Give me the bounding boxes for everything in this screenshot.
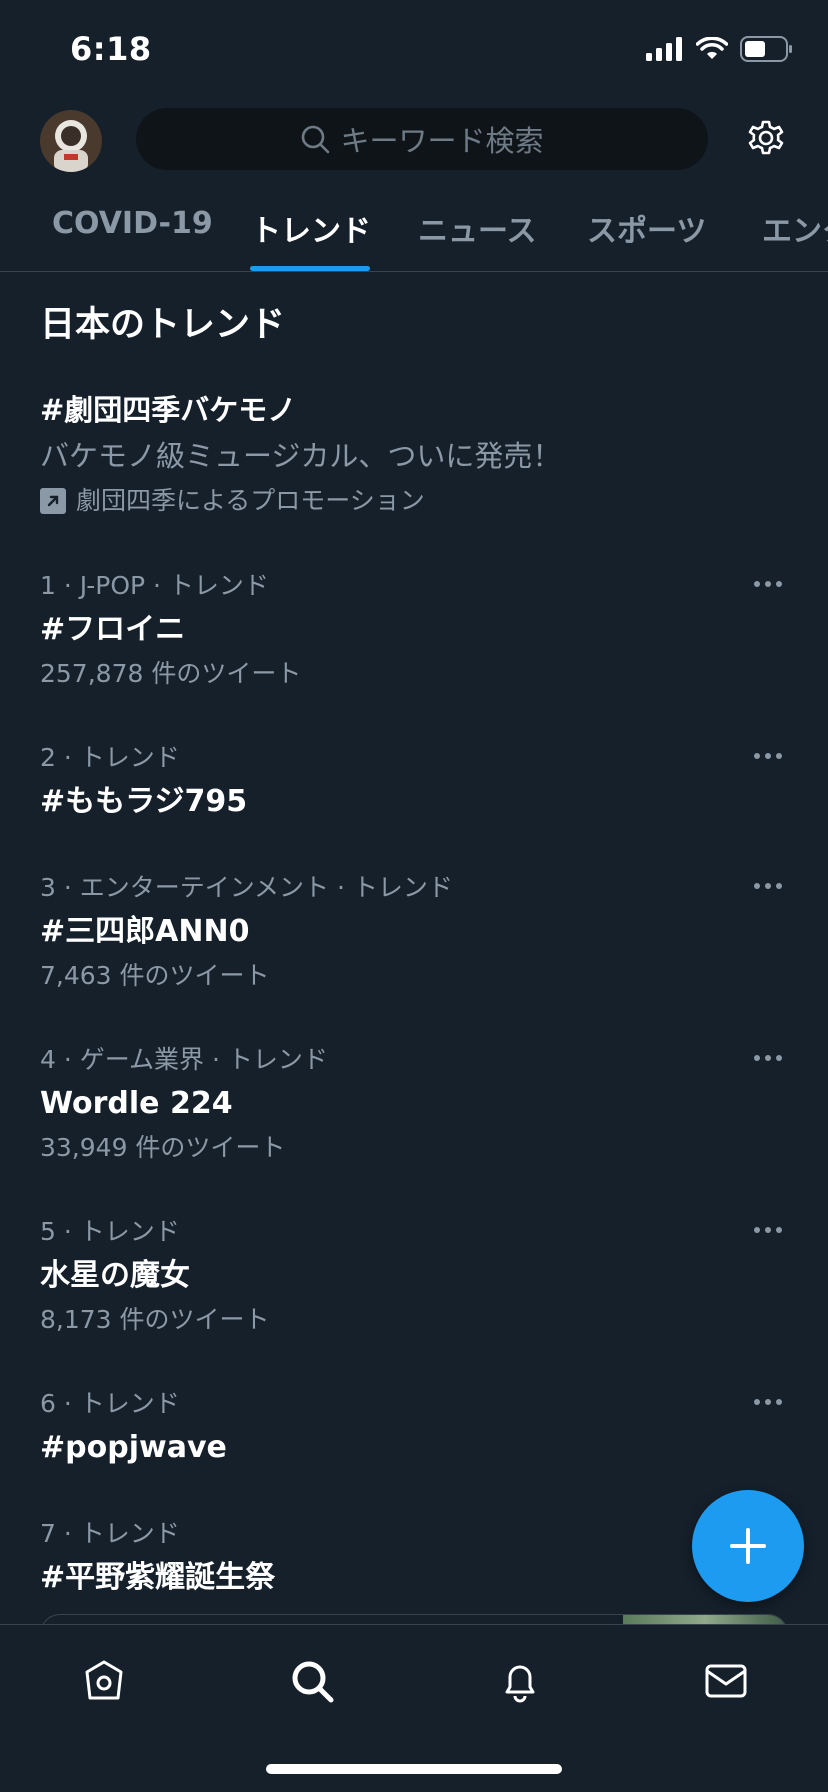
- tabbar-notifications[interactable]: [490, 1651, 550, 1711]
- search-placeholder: キーワード検索: [340, 124, 544, 158]
- search-icon: [302, 125, 330, 154]
- tab-sports[interactable]: スポーツ: [587, 206, 706, 268]
- trend-meta: 4 · ゲーム業界 · トレンド: [40, 1045, 328, 1074]
- trend-item[interactable]: 2 · トレンド #ももラジ795: [40, 742, 788, 822]
- trend-item[interactable]: 5 · トレンド 水星の魔女 8,173 件のツイート: [40, 1216, 788, 1336]
- bell-icon: [505, 1665, 535, 1703]
- tab-news[interactable]: ニュース: [418, 206, 537, 268]
- trend-meta: 2 · トレンド: [40, 743, 180, 772]
- tab-bar: COVID-19 トレンド ニュース スポーツ エンタ: [0, 196, 828, 272]
- trend-meta: 5 · トレンド: [40, 1217, 180, 1246]
- gear-icon[interactable]: [744, 116, 788, 160]
- trend-name: #フロイニ: [40, 612, 186, 647]
- search-input[interactable]: キーワード検索: [136, 108, 708, 170]
- trend-name: 水星の魔女: [40, 1258, 190, 1293]
- trend-item[interactable]: 4 · ゲーム業界 · トレンド Wordle 224 33,949 件のツイー…: [40, 1044, 788, 1164]
- more-icon[interactable]: [748, 742, 788, 770]
- trend-item[interactable]: 3 · エンターテインメント · トレンド #三四郎ANN0 7,463 件のツ…: [40, 872, 788, 992]
- compose-button[interactable]: [692, 1490, 804, 1602]
- promoted-icon: [40, 488, 66, 514]
- trend-item[interactable]: 7 · トレンド #平野紫耀誕生祭: [40, 1518, 788, 1598]
- trend-meta: 7 · トレンド: [40, 1519, 180, 1548]
- trend-name: #popjwave: [40, 1430, 227, 1465]
- trend-meta: 3 · エンターテインメント · トレンド: [40, 873, 453, 902]
- status-time: 6:18: [70, 30, 152, 68]
- trend-tweet-count: 33,949 件のツイート: [40, 1133, 286, 1162]
- more-icon[interactable]: [748, 570, 788, 598]
- trend-tweet-count: 257,878 件のツイート: [40, 659, 302, 688]
- trend-name: #平野紫耀誕生祭: [40, 1560, 276, 1595]
- tabbar-explore[interactable]: [282, 1651, 342, 1711]
- tabbar-home[interactable]: [74, 1651, 134, 1711]
- promoted-trend[interactable]: #劇団四季バケモノ バケモノ級ミュージカル、ついに発売！ 劇団四季によるプロモー…: [40, 390, 780, 518]
- active-tab-indicator: [250, 266, 370, 271]
- trend-meta: 6 · トレンド: [40, 1389, 180, 1418]
- promoted-by-label: 劇団四季によるプロモーション: [76, 486, 425, 515]
- more-icon[interactable]: [748, 1388, 788, 1416]
- trend-item[interactable]: 1 · J-POP · トレンド #フロイニ 257,878 件のツイート: [40, 570, 788, 690]
- tab-trends[interactable]: トレンド: [251, 206, 371, 268]
- promoted-trend-title: #劇団四季バケモノ: [40, 393, 297, 427]
- tab-entertainment[interactable]: エンタ: [762, 206, 828, 268]
- status-bar: 6:18: [0, 0, 828, 100]
- wifi-icon: [696, 37, 728, 59]
- trend-meta: 1 · J-POP · トレンド: [40, 571, 269, 600]
- battery-icon: [740, 36, 792, 62]
- more-icon[interactable]: [748, 1216, 788, 1244]
- trend-name: Wordle 224: [40, 1086, 233, 1121]
- status-icons: [646, 36, 794, 62]
- search-icon: [292, 1661, 334, 1703]
- trend-tweet-count: 7,463 件のツイート: [40, 961, 270, 990]
- plus-icon: [730, 1528, 766, 1564]
- promoted-by: 劇団四季によるプロモーション: [40, 484, 780, 518]
- trend-name: #三四郎ANN0: [40, 914, 250, 949]
- trend-name: #ももラジ795: [40, 784, 248, 819]
- signal-icon: [646, 37, 682, 61]
- mail-icon: [705, 1664, 747, 1698]
- trend-item[interactable]: 6 · トレンド #popjwave: [40, 1388, 788, 1468]
- tab-covid[interactable]: COVID-19: [52, 206, 213, 268]
- section-title: 日本のトレンド: [40, 305, 286, 345]
- trend-tweet-count: 8,173 件のツイート: [40, 1305, 270, 1334]
- header: キーワード検索: [0, 100, 828, 180]
- promoted-trend-description: バケモノ級ミュージカル、ついに発売！: [40, 439, 562, 473]
- avatar[interactable]: [40, 110, 102, 172]
- home-icon: [85, 1660, 123, 1700]
- tabbar-messages[interactable]: [696, 1651, 756, 1711]
- more-icon[interactable]: [748, 1044, 788, 1072]
- home-indicator: [266, 1764, 562, 1774]
- more-icon[interactable]: [748, 872, 788, 900]
